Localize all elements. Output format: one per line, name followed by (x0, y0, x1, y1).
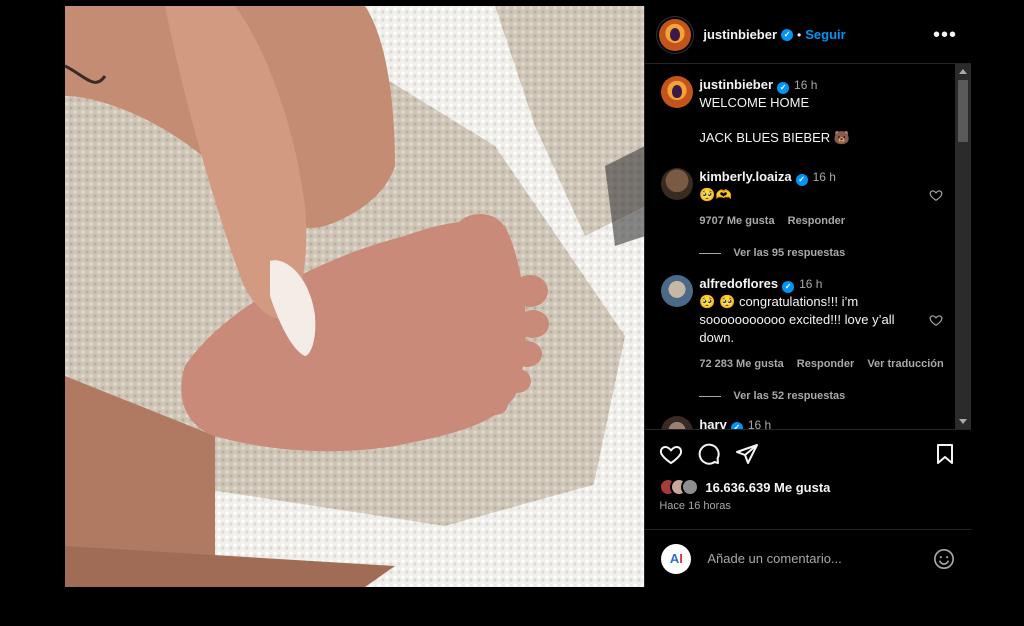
comment-text: 🥺 🥺 congratulations!!! i’m sooooooooooo … (699, 294, 895, 345)
comment-item: alfredoflores ✓ 16 h 🥺 🥺 congratulations!!… (661, 275, 944, 405)
comment-time: 16 h (799, 277, 823, 291)
comment-likes[interactable]: 72 283 Me gusta (699, 358, 783, 370)
current-user-avatar: AI (661, 543, 692, 574)
reply-button[interactable]: Responder (788, 215, 845, 227)
follow-button[interactable]: Seguir (805, 27, 845, 42)
comments-scrollbar[interactable] (955, 64, 971, 429)
reply-button[interactable]: Responder (797, 358, 854, 370)
comment-text: 🥺🫶 (699, 187, 732, 202)
commenter-avatar[interactable] (661, 275, 694, 307)
likes-row[interactable]: 16.636.639 Me gusta (645, 478, 971, 496)
comment-time: 16 h (812, 170, 836, 184)
caption-line-1: WELCOME HOME (699, 95, 810, 110)
post-modal: justinbieber ✓ • Seguir ••• justinbieber… (65, 6, 971, 587)
commenter-avatar[interactable] (661, 168, 694, 200)
comment-item: harv ✓ 16 h (661, 416, 943, 430)
comment-likes[interactable]: 9707 Me gusta (699, 215, 774, 227)
likes-count[interactable]: 16.636.639 Me gusta (705, 480, 830, 495)
post-header: justinbieber ✓ • Seguir ••• (645, 6, 971, 64)
caption-time[interactable]: 16 h (794, 78, 817, 92)
like-comment-heart-icon[interactable] (929, 188, 943, 202)
scrollbar-thumb[interactable] (958, 80, 968, 142)
caption-username[interactable]: justinbieber (699, 77, 773, 92)
author-avatar[interactable] (659, 18, 692, 51)
comment-composer: AI (645, 529, 971, 587)
more-horizontal-icon[interactable]: ••• (933, 25, 957, 45)
action-bar (645, 430, 971, 478)
translate-button[interactable]: Ver traducción (867, 358, 943, 370)
verified-badge-icon: ✓ (795, 174, 808, 186)
commenter-avatar[interactable] (661, 416, 694, 429)
post-side-panel: justinbieber ✓ • Seguir ••• justinbieber… (644, 6, 971, 587)
view-replies-button[interactable]: Ver las 52 respuestas (699, 387, 923, 405)
comment-username[interactable]: alfredoflores (699, 276, 778, 291)
author-username[interactable]: justinbieber (703, 27, 777, 42)
caption: justinbieber ✓ 16 h WELCOME HOME JACK BLUE… (661, 76, 943, 147)
like-comment-heart-icon[interactable] (929, 313, 943, 327)
comment-time: 16 h (747, 418, 772, 430)
share-send-icon[interactable] (735, 442, 759, 466)
comment-bubble-icon[interactable] (697, 442, 721, 466)
separator-dot: • (797, 27, 802, 42)
comments-list[interactable]: justinbieber ✓ 16 h WELCOME HOME JACK BLUE… (645, 64, 971, 430)
verified-badge-icon: ✓ (730, 422, 743, 429)
caption-author-avatar[interactable] (661, 76, 694, 108)
verified-badge-icon: ✓ (781, 28, 794, 41)
liker-avatar (681, 478, 700, 496)
comment-username[interactable]: kimberly.loaiza (699, 169, 791, 184)
verified-badge-icon: ✓ (782, 281, 795, 293)
caption-line-2: JACK BLUES BIEBER 🐻 (699, 130, 850, 145)
save-bookmark-icon[interactable] (933, 442, 957, 466)
baby-foot-image (65, 6, 645, 587)
post-photo[interactable] (65, 6, 645, 587)
view-replies-button[interactable]: Ver las 95 respuestas (699, 244, 943, 262)
emoji-picker-icon[interactable] (933, 548, 955, 570)
verified-badge-icon: ✓ (777, 82, 790, 94)
comment-item: kimberly.loaiza ✓ 16 h 🥺🫶 9707 Me gusta Re… (661, 168, 943, 262)
post-time-ago[interactable]: Hace 16 horas (645, 500, 971, 512)
scroll-down-arrow-icon[interactable] (959, 419, 967, 424)
like-heart-icon[interactable] (659, 442, 683, 466)
scroll-up-arrow-icon[interactable] (959, 69, 967, 74)
comment-input[interactable] (705, 550, 933, 567)
comment-username[interactable]: harv (699, 417, 726, 429)
